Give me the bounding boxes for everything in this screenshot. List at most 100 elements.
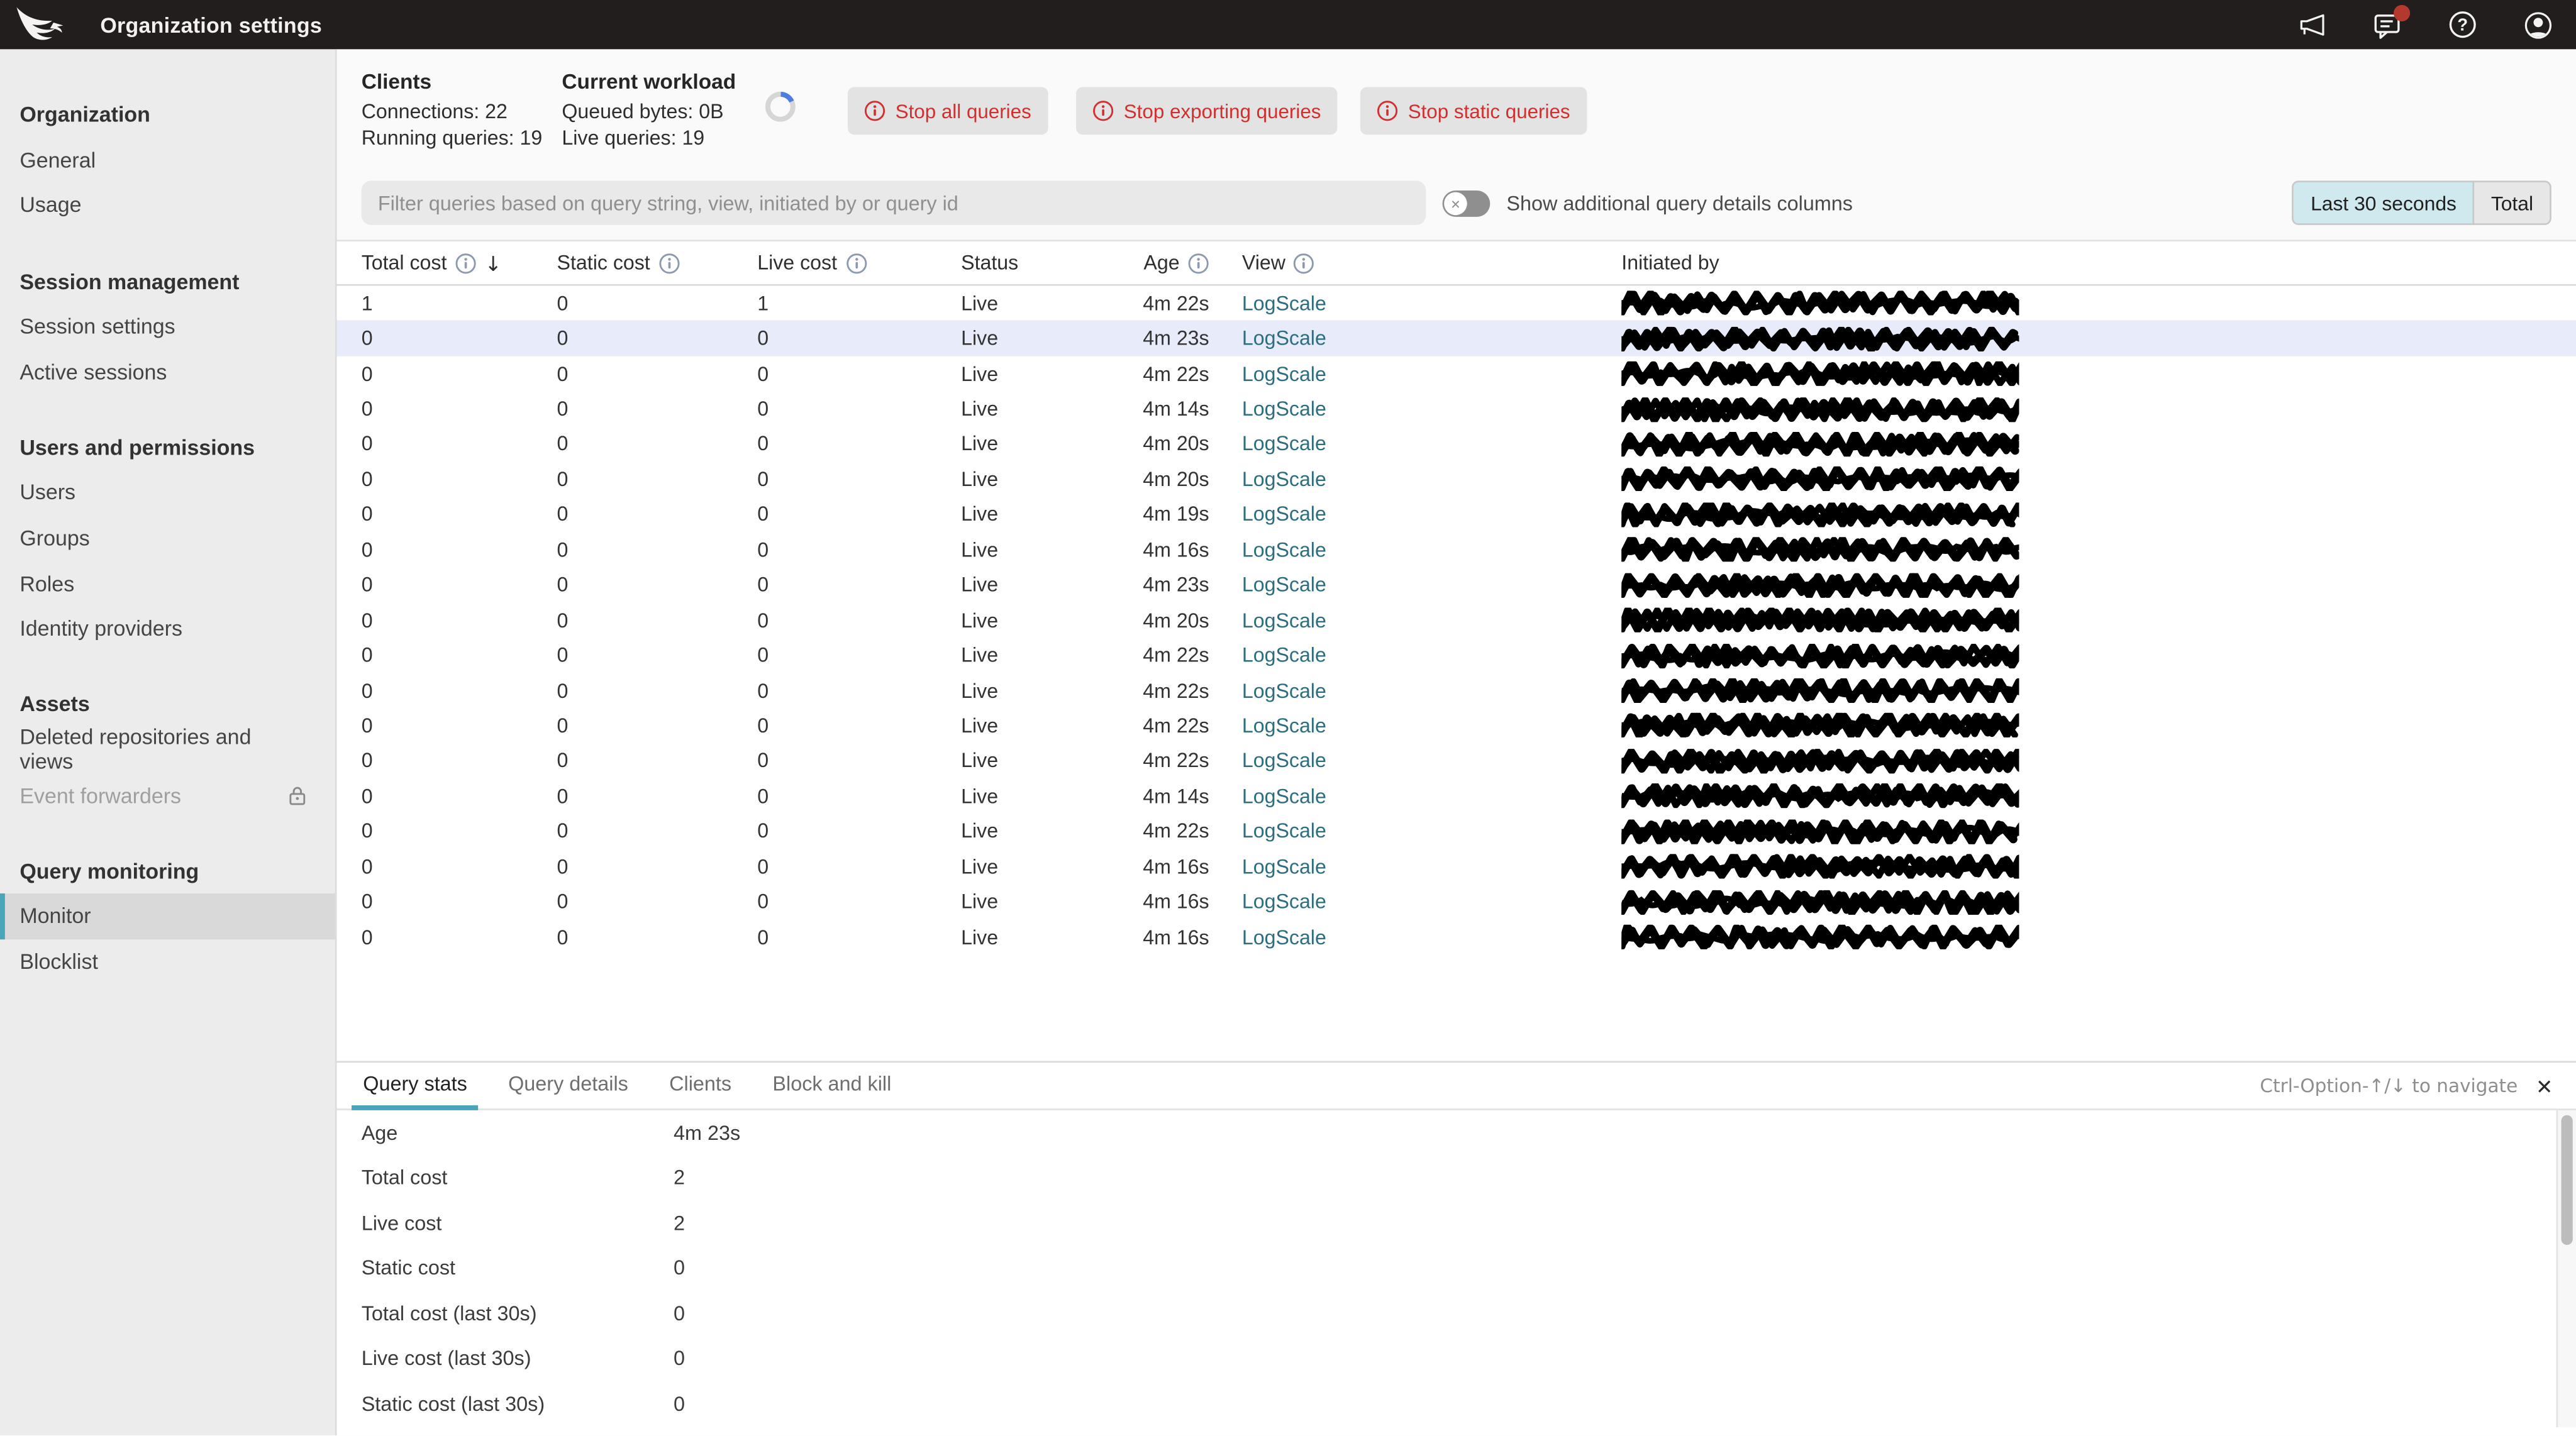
cell-view: LogScale xyxy=(1242,503,1621,526)
filter-queries-input[interactable] xyxy=(361,180,1426,225)
table-row[interactable]: 1 0 1 Live 4m 22s LogScale xyxy=(337,286,2576,321)
column-header-initiated-by[interactable]: Initiated by xyxy=(1621,251,2576,275)
view-link[interactable]: LogScale xyxy=(1242,362,1326,385)
cell-view: LogScale xyxy=(1242,609,1621,632)
column-header-status[interactable]: Status xyxy=(961,251,1084,275)
table-row[interactable]: 0 0 0 Live 4m 19s LogScale xyxy=(337,497,2576,533)
stat-label: Live cost (last 30s) xyxy=(361,1347,531,1371)
announcements-megaphone-icon[interactable] xyxy=(2297,10,2326,40)
cell-status: Live xyxy=(961,890,999,914)
view-link[interactable]: LogScale xyxy=(1242,855,1326,878)
details-scrollbar[interactable] xyxy=(2556,1110,2576,1436)
view-link[interactable]: LogScale xyxy=(1242,468,1326,491)
table-row[interactable]: 0 0 0 Live 4m 22s LogScale xyxy=(337,744,2576,779)
table-row[interactable]: 0 0 0 Live 4m 22s LogScale xyxy=(337,709,2576,744)
page-title: Organization settings xyxy=(100,12,323,37)
stat-label: Static cost (last 30s) xyxy=(361,1392,545,1416)
sidebar: Organization General Usage Session manageme… xyxy=(0,49,337,1436)
sidebar-item-active-sessions[interactable]: Active sessions xyxy=(0,349,335,394)
tab-query-details[interactable]: Query details xyxy=(497,1063,640,1110)
help-icon[interactable]: ? xyxy=(2448,10,2477,40)
view-link[interactable]: LogScale xyxy=(1242,679,1326,702)
column-header-static-cost[interactable]: Static cost xyxy=(557,251,758,274)
table-row[interactable]: 0 0 0 Live 4m 16s LogScale xyxy=(337,533,2576,568)
sidebar-item-label: Deleted repositories and views xyxy=(19,725,252,775)
table-row[interactable]: 0 0 0 Live 4m 14s LogScale xyxy=(337,392,2576,427)
column-header-total-cost[interactable]: Total cost ↓ xyxy=(362,250,557,275)
view-link[interactable]: LogScale xyxy=(1242,749,1326,773)
view-link[interactable]: LogScale xyxy=(1242,714,1326,737)
table-row[interactable]: 0 0 0 Live 4m 14s LogScale xyxy=(337,779,2576,814)
range-button-last-30-seconds[interactable]: Last 30 seconds xyxy=(2292,180,2475,225)
sidebar-item-event-forwarders[interactable]: Event forwarders xyxy=(0,772,335,817)
view-link[interactable]: LogScale xyxy=(1242,503,1326,526)
view-link[interactable]: LogScale xyxy=(1242,925,1326,949)
table-row[interactable]: 0 0 0 Live 4m 22s LogScale xyxy=(337,814,2576,849)
cell-total-cost: 0 xyxy=(361,609,373,632)
table-row[interactable]: 0 0 0 Live 4m 22s LogScale xyxy=(337,356,2576,392)
sidebar-item-general[interactable]: General xyxy=(0,137,335,182)
table-row[interactable]: 0 0 0 Live 4m 23s LogScale xyxy=(336,321,2576,356)
stat-value: 0 xyxy=(674,1347,686,1371)
stop-all-queries-button[interactable]: Stop all queries xyxy=(847,87,1048,135)
table-row[interactable]: 0 0 0 Live 4m 20s LogScale xyxy=(337,462,2576,497)
sidebar-item-identity-providers[interactable]: Identity providers xyxy=(0,606,335,651)
sidebar-item-blocklist[interactable]: Blocklist xyxy=(0,939,335,984)
view-link[interactable]: LogScale xyxy=(1242,785,1326,808)
stat-label: Age xyxy=(361,1121,398,1145)
cell-view: LogScale xyxy=(1242,433,1621,456)
sidebar-item-deleted-repositories-and-views[interactable]: Deleted repositories and views xyxy=(0,725,335,775)
table-row[interactable]: 0 0 0 Live 4m 20s LogScale xyxy=(337,427,2576,462)
scrollbar-thumb[interactable] xyxy=(2560,1115,2572,1245)
column-header-age[interactable]: Age xyxy=(1084,251,1242,274)
sidebar-item-users[interactable]: Users xyxy=(0,470,335,516)
table-row[interactable]: 0 0 0 Live 4m 23s LogScale xyxy=(337,568,2576,603)
cell-static-cost: 0 xyxy=(557,362,569,385)
close-icon[interactable]: ✕ xyxy=(2536,1073,2553,1098)
view-link[interactable]: LogScale xyxy=(1242,292,1326,315)
view-link[interactable]: LogScale xyxy=(1242,820,1326,843)
cell-static-cost: 0 xyxy=(557,785,569,808)
table-row[interactable]: 0 0 0 Live 4m 20s LogScale xyxy=(337,603,2576,638)
additional-columns-toggle[interactable]: ✕ xyxy=(1442,191,1491,217)
notifications-icon[interactable] xyxy=(2372,4,2411,40)
user-avatar-icon[interactable] xyxy=(2523,10,2553,40)
redacted-scribble xyxy=(1621,854,2019,880)
table-row[interactable]: 0 0 0 Live 4m 16s LogScale xyxy=(337,920,2576,955)
table-row[interactable]: 0 0 0 Live 4m 16s LogScale xyxy=(337,849,2576,885)
cell-static-cost: 0 xyxy=(557,433,569,456)
tab-clients[interactable]: Clients xyxy=(658,1063,743,1110)
table-row[interactable]: 0 0 0 Live 4m 16s LogScale xyxy=(337,885,2576,920)
sidebar-item-monitor[interactable]: Monitor xyxy=(0,893,335,939)
cell-live-cost: 0 xyxy=(757,538,769,561)
view-link[interactable]: LogScale xyxy=(1242,573,1326,597)
sidebar-item-groups[interactable]: Groups xyxy=(0,516,335,561)
crowdstrike-falcon-logo-icon[interactable] xyxy=(15,6,66,42)
range-button-total[interactable]: Total xyxy=(2473,180,2551,225)
view-link[interactable]: LogScale xyxy=(1242,890,1326,914)
sidebar-item-label: Roles xyxy=(19,571,75,596)
cell-initiated-by xyxy=(1621,392,2576,427)
view-link[interactable]: LogScale xyxy=(1242,327,1326,350)
view-link[interactable]: LogScale xyxy=(1242,609,1326,632)
sidebar-item-label: Event forwarders xyxy=(19,782,182,807)
cell-status: Live xyxy=(961,573,999,597)
sidebar-item-roles[interactable]: Roles xyxy=(0,561,335,606)
view-link[interactable]: LogScale xyxy=(1242,538,1326,561)
info-icon xyxy=(845,252,867,273)
tab-block-and-kill[interactable]: Block and kill xyxy=(761,1063,902,1110)
table-row[interactable]: 0 0 0 Live 4m 22s LogScale xyxy=(337,638,2576,673)
cell-view: LogScale xyxy=(1242,573,1621,597)
stop-static-queries-button[interactable]: Stop static queries xyxy=(1360,87,1587,135)
stat-value: 2 xyxy=(674,1212,686,1235)
sidebar-item-session-settings[interactable]: Session settings xyxy=(0,304,335,349)
column-header-live-cost[interactable]: Live cost xyxy=(757,251,961,274)
view-link[interactable]: LogScale xyxy=(1242,644,1326,667)
column-header-view[interactable]: View xyxy=(1242,251,1621,274)
view-link[interactable]: LogScale xyxy=(1242,397,1326,421)
view-link[interactable]: LogScale xyxy=(1242,433,1326,456)
stop-exporting-queries-button[interactable]: Stop exporting queries xyxy=(1076,87,1338,135)
table-row[interactable]: 0 0 0 Live 4m 22s LogScale xyxy=(337,673,2576,709)
sidebar-item-usage[interactable]: Usage xyxy=(0,182,335,228)
tab-query-stats[interactable]: Query stats xyxy=(352,1063,479,1110)
